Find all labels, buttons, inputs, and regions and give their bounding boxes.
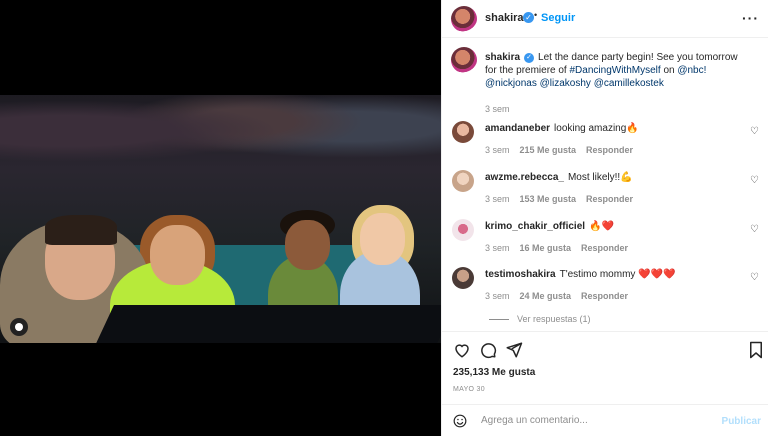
- caption-time[interactable]: 3 sem: [485, 104, 510, 114]
- comment-like-heart-icon[interactable]: ♡: [750, 175, 759, 186]
- comment-meta: 3 sem 215 Me gusta Responder: [485, 145, 633, 155]
- bookmark-icon[interactable]: [747, 341, 765, 359]
- person-face: [150, 225, 205, 285]
- post-media: [0, 0, 441, 436]
- person-hair: [45, 215, 117, 245]
- post-photo[interactable]: [0, 95, 441, 343]
- post-header: shakira ✓ • Seguir ···: [442, 0, 768, 38]
- comment-time[interactable]: 3 sem: [485, 145, 510, 155]
- comment-time[interactable]: 3 sem: [485, 243, 510, 253]
- verified-badge-icon: ✓: [523, 12, 534, 23]
- author-avatar[interactable]: [451, 47, 477, 73]
- person-face: [360, 213, 405, 265]
- mention-link[interactable]: @camillekostek: [594, 78, 664, 89]
- add-comment-bar: Publicar: [442, 404, 768, 437]
- publish-button[interactable]: Publicar: [722, 416, 761, 427]
- comment-like-heart-icon[interactable]: ♡: [750, 272, 759, 283]
- comment-likes[interactable]: 153 Me gusta: [520, 194, 577, 204]
- tagged-users-icon[interactable]: [10, 318, 28, 336]
- caption-username[interactable]: shakira: [485, 52, 520, 63]
- reply-button[interactable]: Responder: [581, 291, 628, 301]
- mention-link[interactable]: @nbc!: [677, 65, 706, 76]
- comment-body: 🔥❤️: [589, 221, 614, 232]
- commenter-avatar[interactable]: [452, 267, 474, 289]
- comment-meta: 3 sem 153 Me gusta Responder: [485, 194, 633, 204]
- audience-background: [0, 95, 441, 185]
- comment-time[interactable]: 3 sem: [485, 291, 510, 301]
- commenter-avatar[interactable]: [452, 121, 474, 143]
- comment-input[interactable]: [479, 414, 703, 427]
- comment-text: awzme.rebecca_ Most likely!!💪: [485, 171, 750, 184]
- reply-button[interactable]: Responder: [586, 194, 633, 204]
- replies-divider: [489, 319, 509, 321]
- view-replies-label: Ver respuestas (1): [517, 314, 591, 324]
- reply-button[interactable]: Responder: [581, 243, 628, 253]
- comment-icon[interactable]: [479, 341, 497, 359]
- person-face: [285, 220, 330, 270]
- instagram-post-modal: shakira ✓ • Seguir ··· shakira ✓ Let the d…: [0, 0, 768, 436]
- caption-text: shakira ✓ Let the dance party begin! See y…: [485, 51, 750, 90]
- comment-body: Most likely!!💪: [567, 172, 633, 183]
- reply-button[interactable]: Responder: [586, 145, 633, 155]
- commenter-username[interactable]: amandaneber: [485, 123, 550, 134]
- mention-link[interactable]: @nickjonas: [485, 78, 537, 89]
- follow-button[interactable]: Seguir: [541, 12, 575, 24]
- share-icon[interactable]: [505, 341, 523, 359]
- comment-meta: 3 sem 16 Me gusta Responder: [485, 243, 628, 253]
- commenter-username[interactable]: krimo_chakir_officiel: [485, 221, 585, 232]
- commenter-avatar[interactable]: [452, 170, 474, 192]
- separator-dot: •: [534, 10, 538, 20]
- verified-badge-icon: ✓: [524, 53, 535, 63]
- comment-likes[interactable]: 24 Me gusta: [520, 291, 572, 301]
- commenter-username[interactable]: testimoshakira: [485, 269, 556, 280]
- comment-likes[interactable]: 215 Me gusta: [520, 145, 577, 155]
- comment-like-heart-icon[interactable]: ♡: [750, 126, 759, 137]
- comment-body: T'estimo mommy ❤️❤️❤️: [559, 269, 676, 280]
- mention-link[interactable]: @lizakoshy: [540, 78, 591, 89]
- comment-body: looking amazing🔥: [554, 123, 639, 134]
- post-actions-bar: [442, 331, 768, 372]
- view-replies-button[interactable]: Ver respuestas (1): [489, 314, 591, 324]
- comment-text: krimo_chakir_officiel 🔥❤️: [485, 220, 750, 233]
- comment-likes[interactable]: 16 Me gusta: [520, 243, 572, 253]
- comment-like-heart-icon[interactable]: ♡: [750, 224, 759, 235]
- commenter-avatar[interactable]: [452, 219, 474, 241]
- post-side-panel: shakira ✓ • Seguir ··· shakira ✓ Let the d…: [441, 0, 768, 436]
- comment-meta: 3 sem 24 Me gusta Responder: [485, 291, 628, 301]
- post-date[interactable]: MAYO 30: [453, 386, 485, 393]
- comment-text: testimoshakira T'estimo mommy ❤️❤️❤️: [485, 268, 750, 281]
- more-options-icon[interactable]: ···: [742, 10, 759, 26]
- judges-desk: [86, 305, 441, 343]
- caption-on: on: [663, 65, 675, 76]
- comments-section: shakira ✓ Let the dance party begin! See y…: [442, 38, 768, 330]
- hashtag-link[interactable]: #DancingWithMyself: [570, 65, 661, 76]
- author-username[interactable]: shakira: [485, 12, 524, 24]
- commenter-username[interactable]: awzme.rebecca_: [485, 172, 564, 183]
- emoji-icon[interactable]: [453, 414, 467, 428]
- comment-text: amandaneber looking amazing🔥: [485, 122, 750, 135]
- author-avatar[interactable]: [451, 6, 477, 32]
- comment-time[interactable]: 3 sem: [485, 194, 510, 204]
- like-heart-icon[interactable]: [453, 341, 471, 359]
- likes-count[interactable]: 235,133 Me gusta: [453, 367, 535, 378]
